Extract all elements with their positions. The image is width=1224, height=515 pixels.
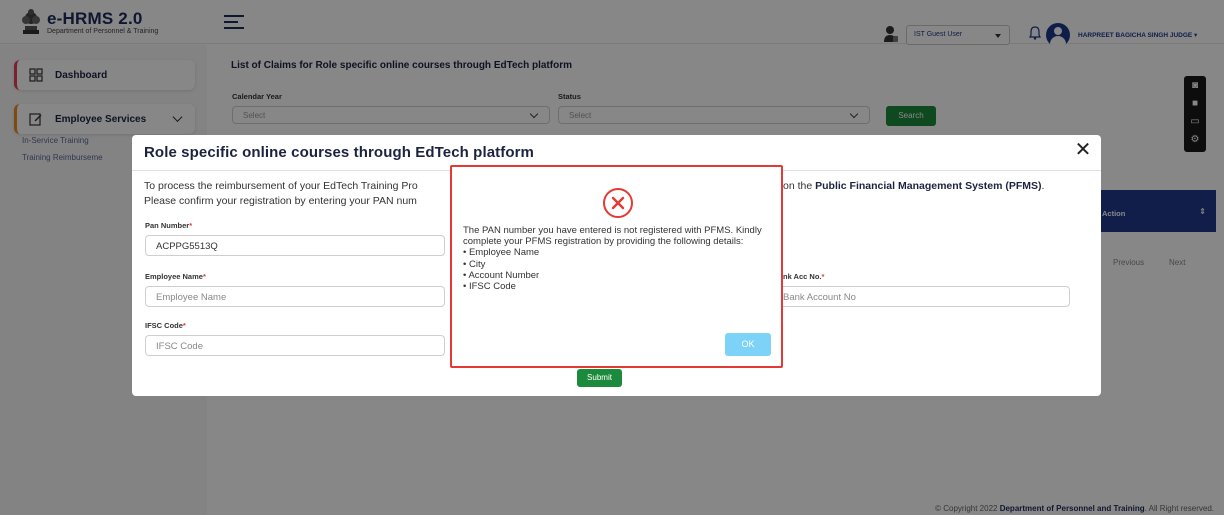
error-alert-dialog: The PAN number you have entered is not r… <box>450 165 783 368</box>
intro-line-1a: To process the reimbursement of your EdT… <box>144 180 418 192</box>
submit-button[interactable]: Submit <box>577 369 622 387</box>
intro-line-2: Please confirm your registration by ente… <box>144 195 417 207</box>
ifsc-label: IFSC Code* <box>145 321 186 330</box>
employee-name-label: Employee Name* <box>145 272 206 281</box>
list-item: IFSC Code <box>463 281 775 292</box>
ifsc-input[interactable]: IFSC Code <box>145 335 445 356</box>
bank-account-input[interactable]: Bank Account No <box>772 286 1070 307</box>
close-icon[interactable]: ✕ <box>1074 140 1092 160</box>
list-item: Employee Name <box>463 247 775 258</box>
list-item: Account Number <box>463 270 775 281</box>
pan-input[interactable]: ACPPG5513Q <box>145 235 445 256</box>
bank-account-label: nk Acc No.* <box>783 272 825 281</box>
ok-button[interactable]: OK <box>725 333 771 356</box>
pan-label: Pan Number* <box>145 221 193 230</box>
list-item: City <box>463 259 775 270</box>
employee-name-input[interactable]: Employee Name <box>145 286 445 307</box>
error-icon <box>603 188 633 218</box>
alert-message: The PAN number you have entered is not r… <box>463 225 775 292</box>
required-details-list: Employee Name City Account Number IFSC C… <box>463 247 775 292</box>
modal-title: Role specific online courses through EdT… <box>144 144 534 161</box>
intro-line-1b: on the Public Financial Management Syste… <box>783 180 1045 192</box>
